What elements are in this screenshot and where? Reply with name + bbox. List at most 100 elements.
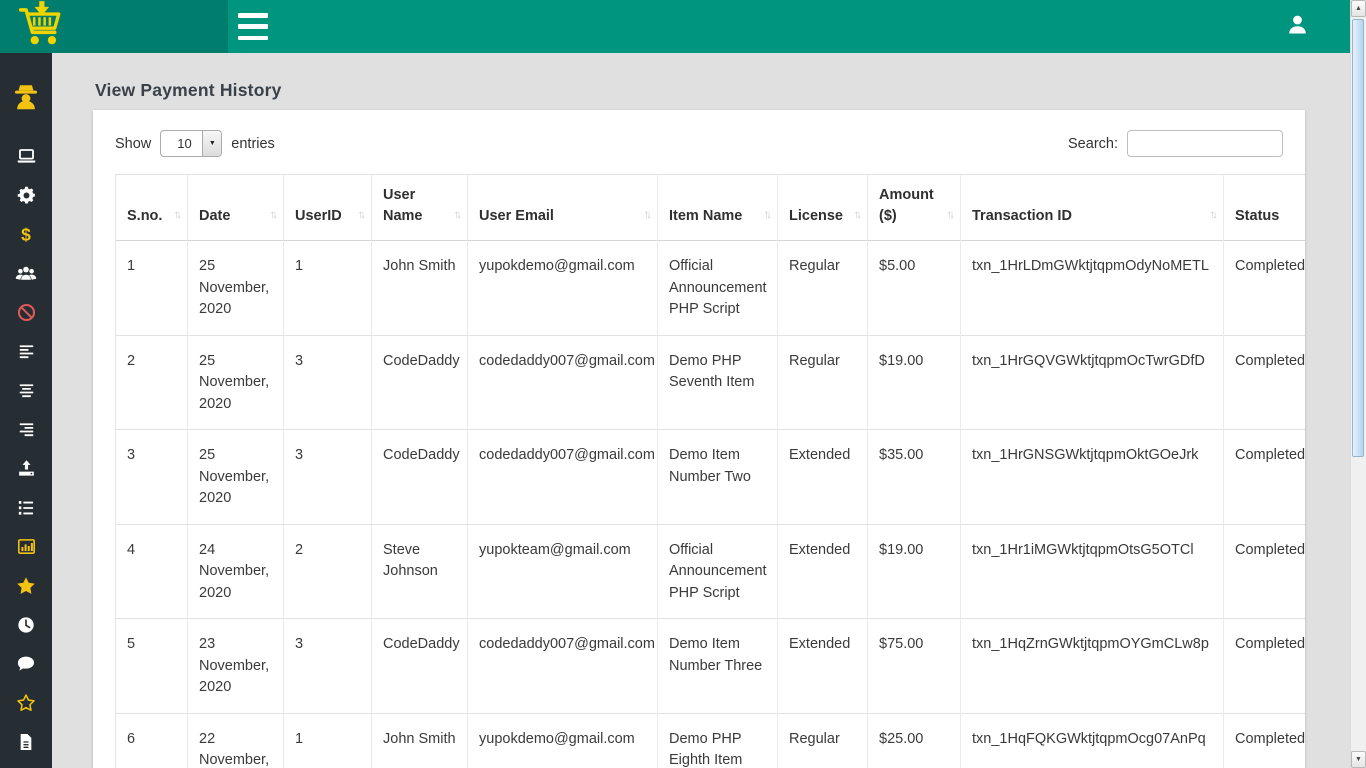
show-label: Show xyxy=(115,136,151,152)
table-cell: txn_1HrGQVGWktjtqpmOcTwrGDfD xyxy=(961,335,1224,430)
table-cell: Extended xyxy=(778,619,868,714)
sidebar-item-gear[interactable] xyxy=(0,176,52,215)
column-header-label: S.no. xyxy=(127,208,162,224)
table-cell: yupokteam@gmail.com xyxy=(468,524,658,619)
sidebar-item-laptop[interactable] xyxy=(0,137,52,176)
column-header[interactable]: Item Name↑↓ xyxy=(658,175,778,241)
table-cell: 22 November, 2020 xyxy=(188,713,284,768)
column-header[interactable]: Amount ($)↑↓ xyxy=(868,175,961,241)
sidebar-item-file-text[interactable] xyxy=(0,722,52,761)
svg-text:$: $ xyxy=(21,224,31,244)
table-cell: Regular xyxy=(778,335,868,430)
sidebar-item-users[interactable] xyxy=(0,254,52,293)
table-cell: 3 xyxy=(284,619,372,714)
sort-icon: ↑↓ xyxy=(854,205,863,226)
table-cell: CodeDaddy xyxy=(372,430,468,525)
column-header-label: Date xyxy=(199,208,230,224)
table-cell: 1 xyxy=(284,241,372,336)
table-cell: Completed xyxy=(1224,713,1306,768)
column-header-label: Transaction ID xyxy=(972,208,1072,224)
vertical-scrollbar[interactable]: ▲ ▼ xyxy=(1350,0,1366,768)
table-controls: Show 10 ▼ entries Search: xyxy=(93,110,1305,157)
sidebar-item-list-ol[interactable] xyxy=(0,488,52,527)
file-text-icon xyxy=(16,732,36,752)
sidebar-item-align-right[interactable] xyxy=(0,410,52,449)
column-header[interactable]: Transaction ID ↑↓ xyxy=(961,175,1224,241)
scroll-down-button[interactable]: ▼ xyxy=(1351,751,1366,768)
column-header[interactable]: License↑↓ xyxy=(778,175,868,241)
dollar-icon: $ xyxy=(15,224,37,246)
sort-icon: ↑↓ xyxy=(1210,205,1219,226)
ban-icon xyxy=(16,302,37,323)
column-header[interactable]: UserID ↑↓ xyxy=(284,175,372,241)
column-header-label: User Email xyxy=(479,208,554,224)
table-cell: Steve Johnson xyxy=(372,524,468,619)
table-cell: Regular xyxy=(778,713,868,768)
chevron-down-icon: ▼ xyxy=(202,131,221,156)
star-icon xyxy=(15,575,37,597)
sidebar: $ xyxy=(0,53,52,768)
sort-icon: ↑↓ xyxy=(358,205,367,226)
sidebar-item-ban[interactable] xyxy=(0,293,52,332)
table-cell: $75.00 xyxy=(868,619,961,714)
table-cell: 23 November, 2020 xyxy=(188,619,284,714)
column-header-label: UserID xyxy=(295,208,342,224)
table-cell: Demo PHP Seventh Item xyxy=(658,335,778,430)
clock-icon xyxy=(16,615,36,635)
sort-icon: ↑↓ xyxy=(454,205,463,226)
sidebar-item-clock[interactable] xyxy=(0,605,52,644)
user-menu-button[interactable] xyxy=(1282,12,1312,42)
hamburger-menu-button[interactable] xyxy=(238,13,268,40)
table-cell: John Smith xyxy=(372,241,468,336)
sidebar-item-align-center[interactable] xyxy=(0,371,52,410)
star-outline-icon xyxy=(15,692,37,714)
sidebar-item-bar-chart[interactable] xyxy=(0,527,52,566)
cart-download-icon xyxy=(16,1,66,52)
table-cell: $19.00 xyxy=(868,524,961,619)
entries-label: entries xyxy=(231,136,275,152)
sidebar-item-upload[interactable] xyxy=(0,449,52,488)
align-left-icon xyxy=(17,342,36,361)
user-secret-icon xyxy=(11,82,41,112)
top-navbar xyxy=(0,0,1350,53)
payment-history-table: S.no.↑↓Date↑↓UserID↑↓User Name↑↓User Ema… xyxy=(115,174,1305,768)
column-header[interactable]: S.no.↑↓ xyxy=(116,175,188,241)
table-cell: Official Announcement PHP Script xyxy=(658,241,778,336)
table-cell: 25 November, 2020 xyxy=(188,430,284,525)
table-cell: 6 xyxy=(116,713,188,768)
table-cell: txn_1HrLDmGWktjtqpmOdyNoMETL xyxy=(961,241,1224,336)
table-row: 622 November, 20201John Smithyupokdemo@g… xyxy=(116,713,1306,768)
sidebar-item-align-left[interactable] xyxy=(0,332,52,371)
column-header[interactable]: User Email ↑↓ xyxy=(468,175,658,241)
table-cell: Completed xyxy=(1224,619,1306,714)
page-length-control: Show 10 ▼ entries xyxy=(115,130,275,157)
table-cell: $5.00 xyxy=(868,241,961,336)
sidebar-item-user-secret[interactable] xyxy=(0,67,52,127)
column-header[interactable]: User Name↑↓ xyxy=(372,175,468,241)
table-cell: 25 November, 2020 xyxy=(188,241,284,336)
sidebar-item-comment[interactable] xyxy=(0,644,52,683)
table-cell: codedaddy007@gmail.com xyxy=(468,335,658,430)
table-cell: txn_1Hr1iMGWktjtqpmOtsG5OTCl xyxy=(961,524,1224,619)
sidebar-item-star-outline[interactable] xyxy=(0,683,52,722)
table-cell: codedaddy007@gmail.com xyxy=(468,430,658,525)
sort-icon: ↑↓ xyxy=(644,205,653,226)
column-header-label: Item Name xyxy=(669,208,742,224)
sidebar-item-dollar[interactable]: $ xyxy=(0,215,52,254)
search-control: Search: xyxy=(1068,130,1283,157)
table-body: 125 November, 20201John Smithyupokdemo@g… xyxy=(116,241,1306,768)
table-cell: CodeDaddy xyxy=(372,335,468,430)
table-cell: 3 xyxy=(284,430,372,525)
table-cell: Extended xyxy=(778,430,868,525)
search-input[interactable] xyxy=(1127,130,1283,157)
page-size-select[interactable]: 10 ▼ xyxy=(160,130,222,157)
table-cell: 1 xyxy=(116,241,188,336)
column-header[interactable]: Date↑↓ xyxy=(188,175,284,241)
app-logo[interactable] xyxy=(0,0,228,53)
scroll-thumb[interactable] xyxy=(1352,19,1364,457)
sidebar-item-star[interactable] xyxy=(0,566,52,605)
table-row: 424 November, 20202Steve Johnsonyupoktea… xyxy=(116,524,1306,619)
scroll-up-button[interactable]: ▲ xyxy=(1351,0,1366,17)
table-cell: $25.00 xyxy=(868,713,961,768)
table-cell: Official Announcement PHP Script xyxy=(658,524,778,619)
